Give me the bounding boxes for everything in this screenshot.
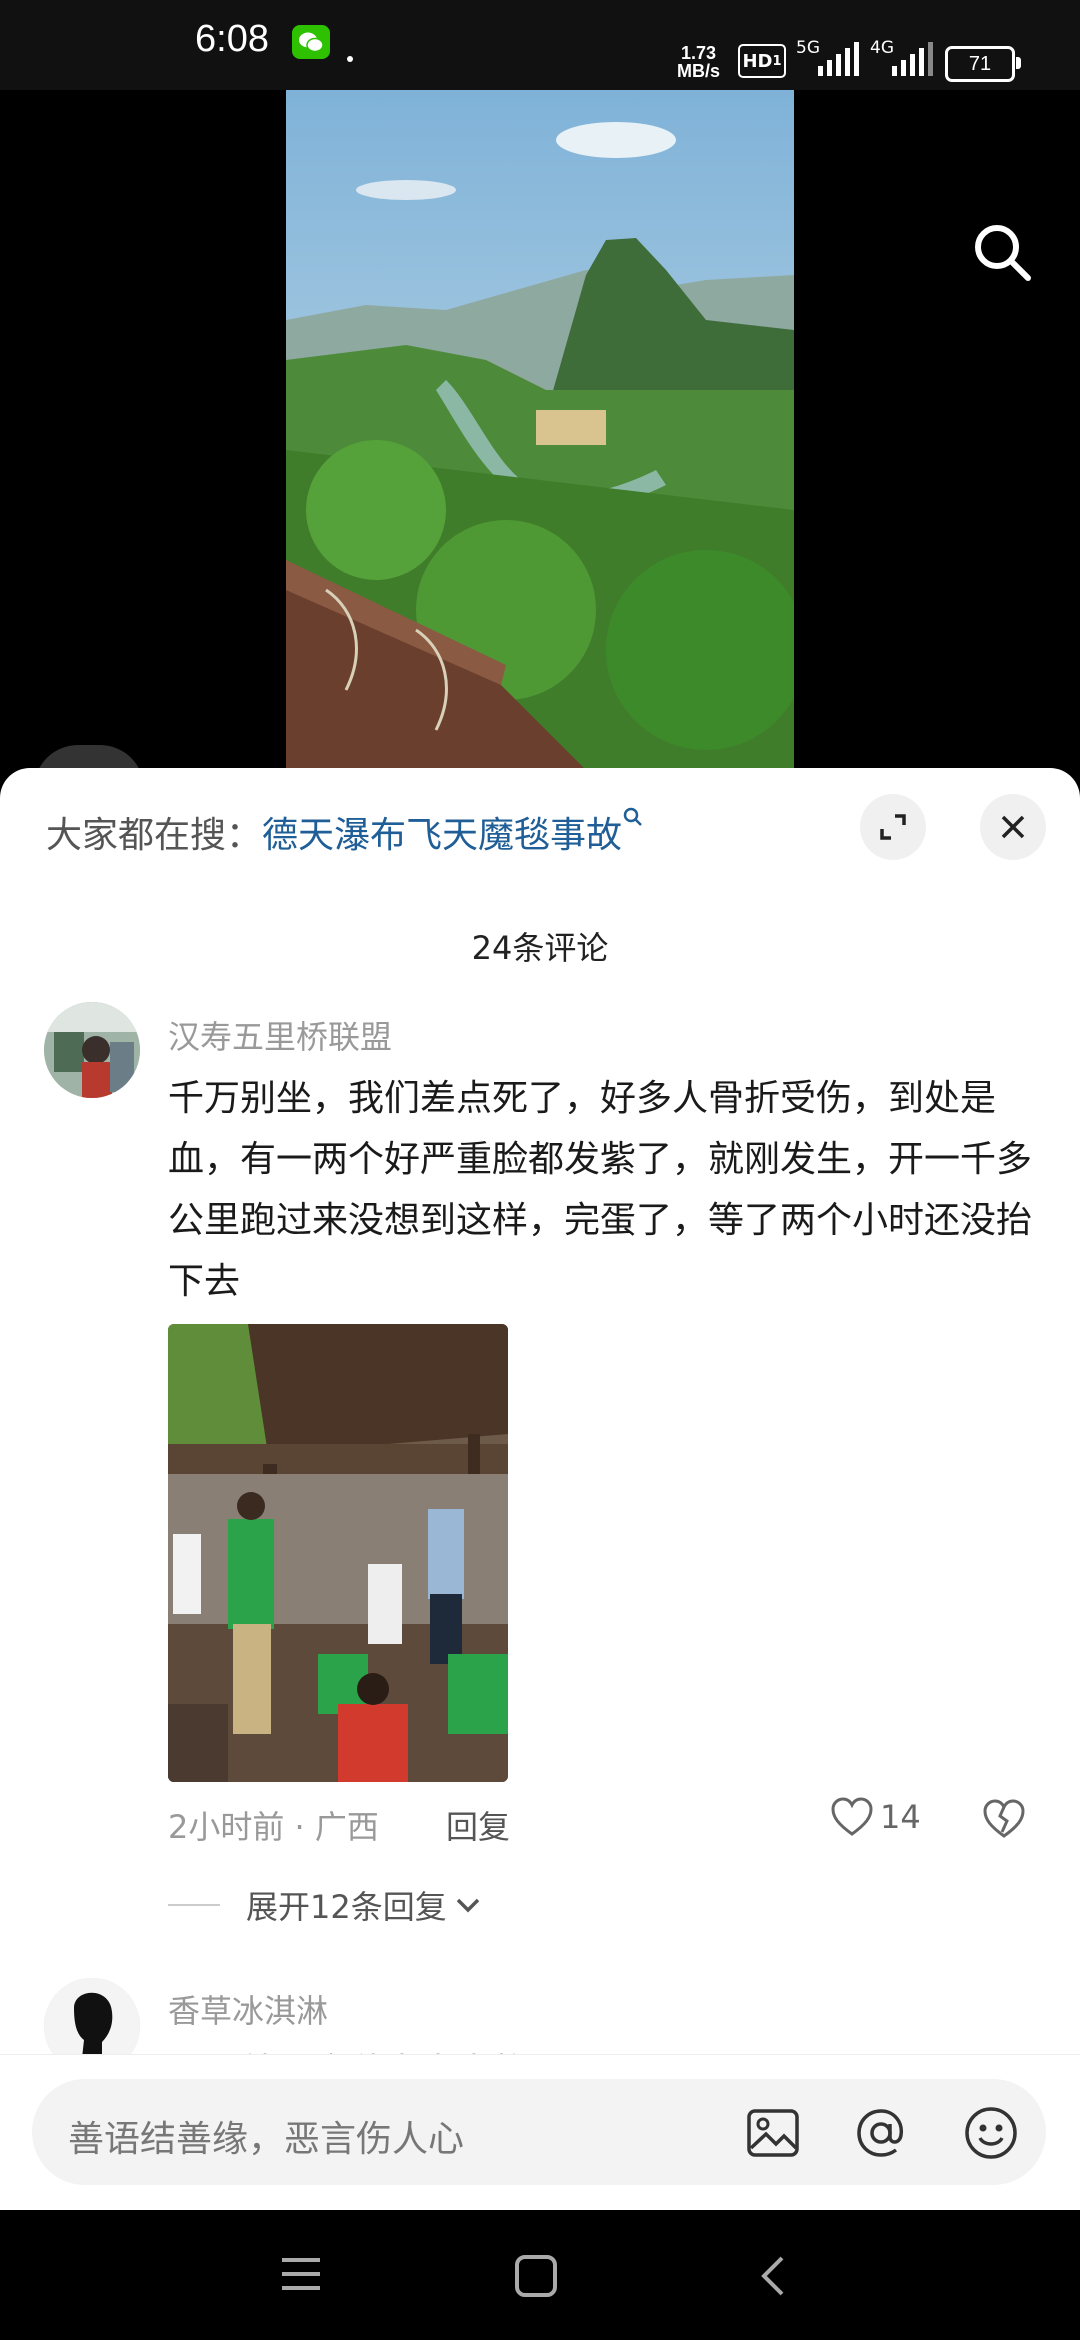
wechat-icon <box>292 25 330 59</box>
hot-search-magnifier-icon <box>622 807 644 856</box>
expand-replies-label: 展开12条回复 <box>246 1888 447 1926</box>
reply-button[interactable]: 回复 <box>446 1802 510 1848</box>
comment-username[interactable]: 香草冰淇淋 <box>168 1986 328 2032</box>
comment-text: 千万别坐，我们差点死了，好多人骨折受伤，到处是血，有一两个好严重脸都发紫了，就刚… <box>168 1078 1033 1302</box>
expand-replies-button[interactable]: 展开12条回复 <box>168 1882 483 1928</box>
expand-divider <box>168 1904 220 1906</box>
search-icon[interactable] <box>970 220 1034 284</box>
hd-num: 1 <box>772 53 782 69</box>
status-bar: 6:08 1.73 MB/s HD 1 5G 4G 71 <box>0 0 1080 90</box>
comment-image[interactable] <box>168 1324 508 1782</box>
hot-search[interactable]: 大家都在搜：德天瀑布飞天魔毯事故 <box>46 806 644 858</box>
dislike-button[interactable] <box>982 1798 1026 1840</box>
network-speed: 1.73 MB/s <box>677 44 720 80</box>
video-frame-landscape <box>286 90 794 770</box>
like-count: 14 <box>880 1798 921 1836</box>
avatar[interactable] <box>44 1002 140 1098</box>
comment-input-bar: 善语结善缘，恶言伤人心 <box>0 2054 1080 2211</box>
image-picker-icon[interactable] <box>744 2104 802 2162</box>
net-speed-unit: MB/s <box>677 61 721 81</box>
hd-label: HD <box>742 50 773 72</box>
menu-icon[interactable] <box>280 2254 322 2298</box>
hd-badge: HD 1 <box>738 44 786 78</box>
comment-input-field[interactable]: 善语结善缘，恶言伤人心 <box>32 2079 1046 2185</box>
close-icon <box>1001 815 1025 839</box>
notification-dot-icon <box>347 56 353 62</box>
comment-time: 2小时前 <box>168 1808 285 1846</box>
comment-count: 24条评论 <box>471 929 609 967</box>
expand-icon <box>880 814 906 840</box>
net-speed-value: 1.73 <box>680 43 717 63</box>
battery-icon: 71 <box>945 46 1021 82</box>
hot-search-term[interactable]: 德天瀑布飞天魔毯事故 <box>262 815 622 856</box>
emoji-icon[interactable] <box>962 2104 1020 2162</box>
mention-icon[interactable] <box>852 2104 910 2162</box>
status-time: 6:08 <box>195 18 269 60</box>
heart-icon <box>831 1797 873 1836</box>
back-icon[interactable] <box>758 2254 788 2302</box>
broken-heart-icon <box>983 1799 1025 1838</box>
comment-input-placeholder: 善语结善缘，恶言伤人心 <box>68 2119 465 2160</box>
home-icon[interactable] <box>514 2254 558 2302</box>
like-button[interactable]: 14 <box>830 1796 921 1838</box>
expand-panel-button[interactable] <box>860 794 926 860</box>
system-nav-bar <box>0 2210 1080 2340</box>
chevron-down-icon <box>456 1898 479 1913</box>
close-panel-button[interactable] <box>980 794 1046 860</box>
danmaku-toggle-button[interactable]: 弹 <box>34 745 144 770</box>
video-player[interactable]: 弹 <box>0 90 1080 770</box>
comment-panel: 大家都在搜：德天瀑布飞天魔毯事故 24条评论 汉寿五里桥联盟 千万别坐，我们差点… <box>0 768 1080 2210</box>
comment-meta: 2小时前 · 广西 <box>168 1802 379 1848</box>
comment-username[interactable]: 汉寿五里桥联盟 <box>168 1012 392 1058</box>
comment-location: 广西 <box>314 1808 379 1846</box>
meta-separator: · <box>294 1808 315 1846</box>
hot-search-prefix: 大家都在搜： <box>46 815 263 856</box>
